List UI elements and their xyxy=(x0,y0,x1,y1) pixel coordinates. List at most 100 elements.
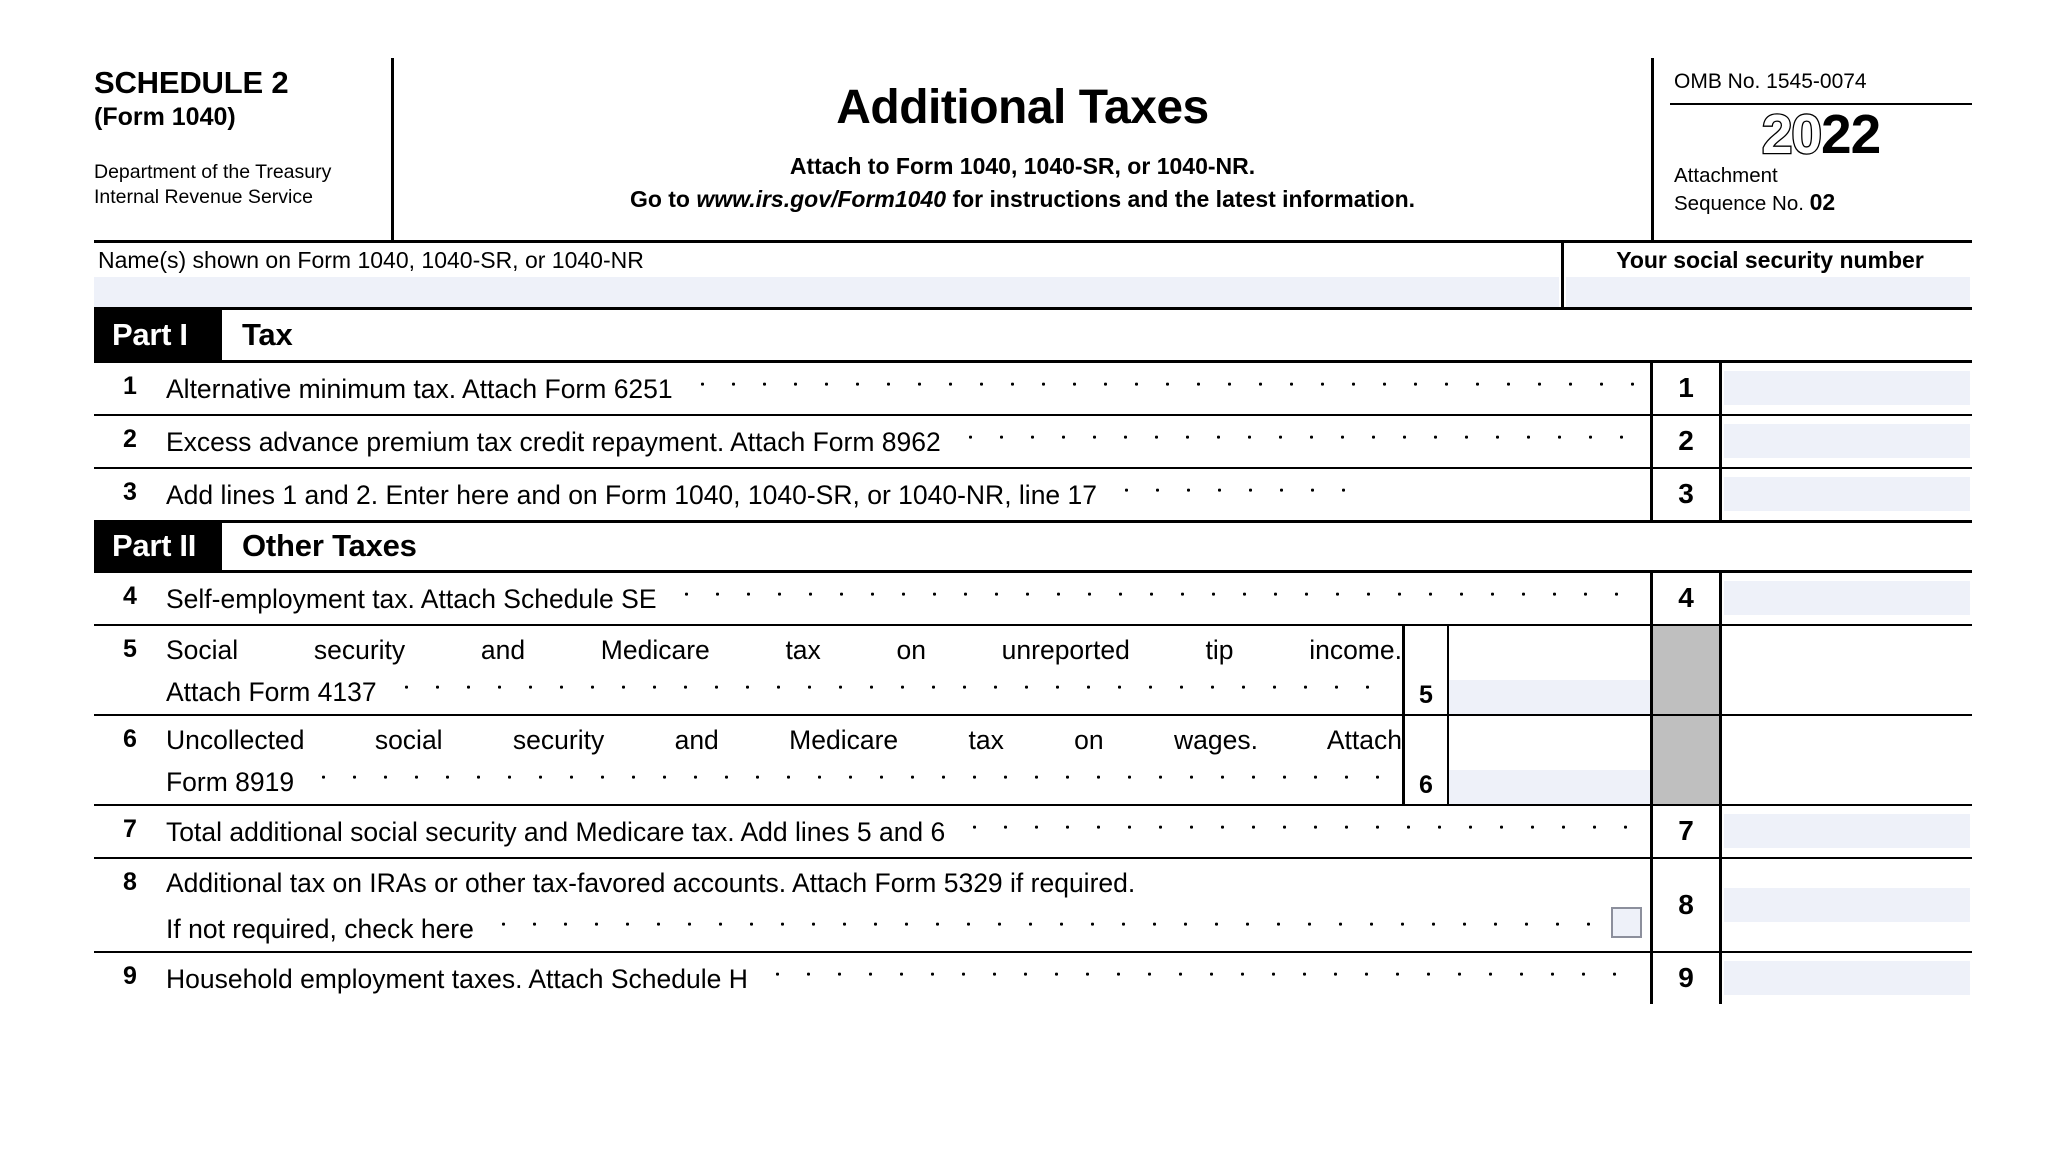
amount-cell xyxy=(1722,416,1972,467)
table-row: 9 Household employment taxes. Attach Sch… xyxy=(94,952,1972,1004)
amount-input[interactable] xyxy=(1724,424,1970,459)
sequence-number: 02 xyxy=(1809,189,1836,215)
line-number: 3 xyxy=(123,477,137,506)
line-number: 2 xyxy=(123,424,137,453)
name-label: Name(s) shown on Form 1040, 1040-SR, or … xyxy=(98,247,644,273)
line-number: 9 xyxy=(123,961,137,990)
line-description: Self-employment tax. Attach Schedule SE xyxy=(166,573,1650,624)
line-box-number: 2 xyxy=(1650,415,1722,467)
line-text: Uncollected social security and Medicare… xyxy=(166,724,1402,755)
part-1-banner: Part I Tax xyxy=(94,309,1972,363)
line-text: Total additional social security and Med… xyxy=(166,816,946,847)
line-text: Household employment taxes. Attach Sched… xyxy=(166,963,748,994)
table-row: 3 Add lines 1 and 2. Enter here and on F… xyxy=(94,468,1972,520)
header-center-block: Additional Taxes Attach to Form 1040, 10… xyxy=(394,58,1654,240)
line-number: 8 xyxy=(123,867,137,896)
line-description: Household employment taxes. Attach Sched… xyxy=(166,953,1650,1004)
amount-cell xyxy=(1722,573,1972,624)
irs-url-link[interactable]: www.irs.gov/Form1040 xyxy=(696,186,946,212)
amount-cell-disabled xyxy=(1722,626,1972,714)
line-description: Uncollected social security and Medicare… xyxy=(166,716,1402,804)
line-text-continued: Form 8919 xyxy=(166,766,295,797)
amount-cell xyxy=(1722,469,1972,520)
line-number: 7 xyxy=(123,814,137,843)
goto-instruction: Go to www.irs.gov/Form1040 for instructi… xyxy=(394,185,1651,214)
tax-year: 2022 xyxy=(1670,105,1972,163)
line-box-number: 9 xyxy=(1650,952,1722,1004)
amount-input[interactable] xyxy=(1724,814,1970,849)
dot-leader xyxy=(959,814,1644,841)
table-row: 4 Self-employment tax. Attach Schedule S… xyxy=(94,572,1972,626)
amount-input-disabled xyxy=(1724,653,1970,687)
part-2-tag: Part II xyxy=(94,522,222,570)
attachment-label: Attachment xyxy=(1674,164,1778,187)
form-page: SCHEDULE 2 (Form 1040) Department of the… xyxy=(0,0,2048,1152)
line-text: Self-employment tax. Attach Schedule SE xyxy=(166,583,657,614)
ssn-input[interactable] xyxy=(1566,276,1970,307)
table-row: 6 Uncollected social security and Medica… xyxy=(94,715,1972,806)
name-input[interactable] xyxy=(94,276,1559,307)
schedule-subtitle: (Form 1040) xyxy=(94,102,236,131)
line-box-number: 8 xyxy=(1650,858,1722,951)
subtotal-cell: 6 xyxy=(1402,715,1650,804)
line-number: 4 xyxy=(123,581,137,610)
sub-amount-input[interactable] xyxy=(1449,679,1650,714)
department-line-2: Internal Revenue Service xyxy=(94,185,313,208)
part-1-rows: 1 Alternative minimum tax. Attach Form 6… xyxy=(94,362,1972,520)
ssn-label: Your social security number xyxy=(1616,247,1924,273)
tax-year-prefix: 20 xyxy=(1761,103,1824,165)
dot-leader xyxy=(487,911,1595,938)
dot-leader xyxy=(954,424,1644,451)
name-cell: Name(s) shown on Form 1040, 1040-SR, or … xyxy=(94,243,1564,307)
sub-amount-wrap xyxy=(1447,625,1650,714)
line-text-continued: If not required, check here xyxy=(166,913,474,944)
table-row: 8 Additional tax on IRAs or other tax-fa… xyxy=(94,858,1972,953)
amount-input[interactable] xyxy=(1724,961,1970,996)
part-1-name: Tax xyxy=(242,316,293,352)
table-row: 5 Social security and Medicare tax on un… xyxy=(94,625,1972,716)
attachment-sequence: Attachment Sequence No. 02 xyxy=(1670,163,1972,216)
amount-input[interactable] xyxy=(1724,581,1970,616)
amount-input[interactable] xyxy=(1724,371,1970,406)
header-right-block: OMB No. 1545-0074 2022 Attachment Sequen… xyxy=(1654,58,1972,240)
line-description: Excess advance premium tax credit repaym… xyxy=(166,416,1650,467)
line-text: Excess advance premium tax credit repaym… xyxy=(166,426,941,457)
amount-cell xyxy=(1722,363,1972,414)
amount-cell-disabled xyxy=(1722,716,1972,804)
dot-leader xyxy=(670,581,1644,608)
sub-amount-input[interactable] xyxy=(1449,769,1650,804)
table-row: 2 Excess advance premium tax credit repa… xyxy=(94,415,1972,469)
amount-cell xyxy=(1722,859,1972,951)
line-number: 5 xyxy=(123,634,137,663)
form-header: SCHEDULE 2 (Form 1040) Department of the… xyxy=(94,58,1972,243)
ssn-cell: Your social security number xyxy=(1564,243,1972,307)
line-description: Social security and Medicare tax on unre… xyxy=(166,626,1402,714)
amount-input[interactable] xyxy=(1724,477,1970,512)
part-2-banner: Part II Other Taxes xyxy=(94,519,1972,573)
not-required-checkbox[interactable] xyxy=(1611,906,1642,938)
part-2-rows: 4 Self-employment tax. Attach Schedule S… xyxy=(94,572,1972,1004)
amount-input[interactable] xyxy=(1724,887,1970,922)
attach-instruction: Attach to Form 1040, 1040-SR, or 1040-NR… xyxy=(789,153,1256,179)
line-box-number: 3 xyxy=(1650,468,1722,520)
line-text-continued: Attach Form 4137 xyxy=(166,676,377,707)
goto-prefix: Go to xyxy=(629,186,697,213)
table-row: 7 Total additional social security and M… xyxy=(94,805,1972,859)
line-number: 1 xyxy=(123,371,137,400)
sub-line-number: 6 xyxy=(1419,770,1433,799)
amount-input-disabled xyxy=(1724,743,1970,777)
line-text: Social security and Medicare tax on unre… xyxy=(166,634,1402,665)
dot-leader xyxy=(761,961,1644,988)
line-text: Additional tax on IRAs or other tax-favo… xyxy=(166,867,1136,898)
identification-row: Name(s) shown on Form 1040, 1040-SR, or … xyxy=(94,243,1972,310)
schedule-title: SCHEDULE 2 xyxy=(94,65,289,100)
sequence-label: Sequence No. xyxy=(1674,192,1804,215)
line-box-number: 1 xyxy=(1650,362,1722,414)
header-left-block: SCHEDULE 2 (Form 1040) Department of the… xyxy=(94,58,394,240)
line-number: 6 xyxy=(123,724,137,753)
sub-amount-wrap xyxy=(1447,715,1650,804)
dot-leader xyxy=(390,674,1396,701)
shaded-block xyxy=(1650,625,1722,714)
table-row: 1 Alternative minimum tax. Attach Form 6… xyxy=(94,362,1972,416)
dot-leader xyxy=(1111,477,1362,504)
